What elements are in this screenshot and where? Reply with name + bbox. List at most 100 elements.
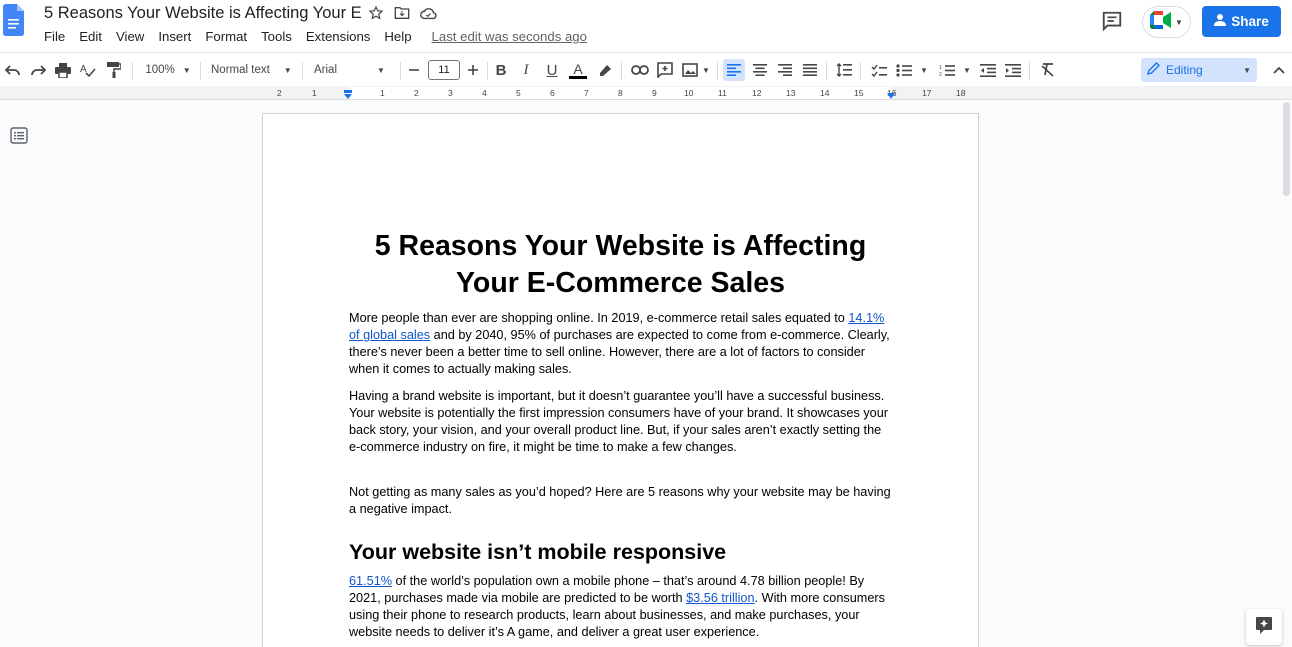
decrease-font-size-icon[interactable] <box>405 59 423 81</box>
align-center-icon[interactable] <box>750 59 770 81</box>
font-size-input[interactable]: 11 <box>428 60 460 80</box>
ruler-tick: 6 <box>550 88 555 98</box>
explore-button[interactable] <box>1246 609 1282 645</box>
text-color-icon[interactable]: A <box>568 59 588 81</box>
vertical-scrollbar[interactable] <box>1281 100 1292 647</box>
undo-icon[interactable] <box>4 59 22 81</box>
increase-indent-icon[interactable] <box>1003 59 1023 81</box>
document-heading-title[interactable]: 5 Reasons Your Website is Affecting Your… <box>349 228 892 302</box>
explore-sparkle-icon <box>1255 616 1273 639</box>
svg-text:2: 2 <box>939 72 942 77</box>
left-indent-marker[interactable] <box>343 87 353 99</box>
ruler-tick: 15 <box>854 88 864 98</box>
paint-format-icon[interactable] <box>105 59 123 81</box>
align-right-icon[interactable] <box>775 59 795 81</box>
editing-mode-select[interactable]: Editing ▼ <box>1141 58 1257 82</box>
svg-text:1: 1 <box>939 65 942 71</box>
document-paragraph-4[interactable]: 61.51% of the world’s population own a m… <box>349 573 894 641</box>
decrease-indent-icon[interactable] <box>978 59 998 81</box>
highlight-icon[interactable] <box>596 59 614 81</box>
lock-person-icon <box>1214 13 1227 30</box>
document-title-input[interactable]: 5 Reasons Your Website is Affecting Your… <box>44 4 362 23</box>
paragraph-text: and by 2040, 95% of purchases are expect… <box>349 328 890 377</box>
redo-icon[interactable] <box>29 59 47 81</box>
insert-image-icon[interactable]: ▼ <box>681 59 711 81</box>
share-label: Share <box>1231 14 1269 29</box>
chevron-down-icon: ▼ <box>1175 17 1183 27</box>
ruler-tick: 12 <box>752 88 762 98</box>
document-outline-icon[interactable] <box>10 127 28 144</box>
font-family-select[interactable]: Arial ▼ <box>314 59 398 81</box>
app-header: 5 Reasons Your Website is Affecting Your… <box>0 0 1292 52</box>
docs-logo-icon[interactable] <box>3 4 24 36</box>
bullet-list-icon[interactable]: ▼ <box>895 59 929 81</box>
menu-extensions[interactable]: Extensions <box>306 29 371 44</box>
editing-mode-label: Editing <box>1166 63 1203 77</box>
spellcheck-icon[interactable]: A <box>79 59 97 81</box>
ruler-tick: 17 <box>922 88 932 98</box>
underline-icon[interactable]: U <box>543 59 561 81</box>
menu-tools[interactable]: Tools <box>261 29 292 44</box>
menu-edit[interactable]: Edit <box>79 29 102 44</box>
menu-format[interactable]: Format <box>205 29 247 44</box>
document-paragraph-3[interactable]: Not getting as many sales as you’d hoped… <box>349 484 894 518</box>
menu-file[interactable]: File <box>44 29 65 44</box>
ruler-tick: 1 <box>380 88 385 98</box>
document-page[interactable] <box>263 114 978 647</box>
chevron-down-icon: ▼ <box>1243 65 1251 75</box>
share-button[interactable]: Share <box>1202 6 1281 37</box>
ruler-tick: 10 <box>684 88 694 98</box>
menu-view[interactable]: View <box>116 29 144 44</box>
align-left-icon[interactable] <box>723 59 745 81</box>
ruler-tick: 18 <box>956 88 966 98</box>
menu-help[interactable]: Help <box>384 29 411 44</box>
paragraph-style-select[interactable]: Normal text ▼ <box>211 59 295 81</box>
add-comment-icon[interactable] <box>656 59 674 81</box>
hide-menus-chevron-up-icon[interactable] <box>1270 59 1288 81</box>
scrollbar-thumb[interactable] <box>1283 102 1290 196</box>
style-value: Normal text <box>211 64 270 76</box>
document-paragraph-1[interactable]: More people than ever are shopping onlin… <box>349 310 894 378</box>
line-spacing-icon[interactable] <box>834 59 854 81</box>
document-paragraph-2[interactable]: Having a brand website is important, but… <box>349 388 894 456</box>
paragraph-text: More people than ever are shopping onlin… <box>349 311 849 325</box>
zoom-value: 100% <box>145 64 175 76</box>
star-icon[interactable] <box>367 4 385 22</box>
ruler-tick: 3 <box>448 88 453 98</box>
font-value: Arial <box>314 64 338 76</box>
pencil-icon <box>1146 62 1160 78</box>
italic-icon[interactable]: I <box>517 59 535 81</box>
ruler-tick: 2 <box>277 88 282 98</box>
checklist-icon[interactable] <box>869 59 889 81</box>
link-icon[interactable] <box>630 59 650 81</box>
print-icon[interactable] <box>54 59 72 81</box>
ruler-tick: 1 <box>312 88 317 98</box>
menu-insert[interactable]: Insert <box>158 29 191 44</box>
trillion-link[interactable]: $3.56 trillion <box>686 591 754 605</box>
comments-icon[interactable] <box>1101 10 1123 32</box>
horizontal-ruler[interactable]: 2 1 1 2 3 4 5 6 7 8 9 10 11 12 13 14 15 … <box>0 86 1292 100</box>
increase-font-size-icon[interactable] <box>464 59 482 81</box>
ruler-tick: 5 <box>516 88 521 98</box>
ruler-tick: 9 <box>652 88 657 98</box>
document-heading-2[interactable]: Your website isn’t mobile responsive <box>349 540 726 565</box>
bold-icon[interactable]: B <box>492 59 510 81</box>
zoom-select[interactable]: 100% ▼ <box>143 59 193 81</box>
ruler-tick: 2 <box>414 88 419 98</box>
right-indent-marker[interactable] <box>886 87 896 99</box>
ruler-tick: 4 <box>482 88 487 98</box>
meet-icon <box>1150 10 1172 34</box>
last-edit-link[interactable]: Last edit was seconds ago <box>432 29 587 44</box>
menu-bar: File Edit View Insert Format Tools Exten… <box>44 29 601 44</box>
move-to-folder-icon[interactable] <box>393 4 411 22</box>
justify-icon[interactable] <box>800 59 820 81</box>
numbered-list-icon[interactable]: 12 ▼ <box>938 59 972 81</box>
ruler-tick: 7 <box>584 88 589 98</box>
meet-button[interactable]: ▼ <box>1142 6 1191 38</box>
clear-formatting-icon[interactable] <box>1038 59 1058 81</box>
cloud-saved-icon[interactable] <box>419 4 437 22</box>
ruler-tick: 11 <box>718 88 727 98</box>
ruler-tick: 13 <box>786 88 796 98</box>
ruler-tick: 14 <box>820 88 830 98</box>
mobile-stat-link[interactable]: 61.51% <box>349 574 392 588</box>
